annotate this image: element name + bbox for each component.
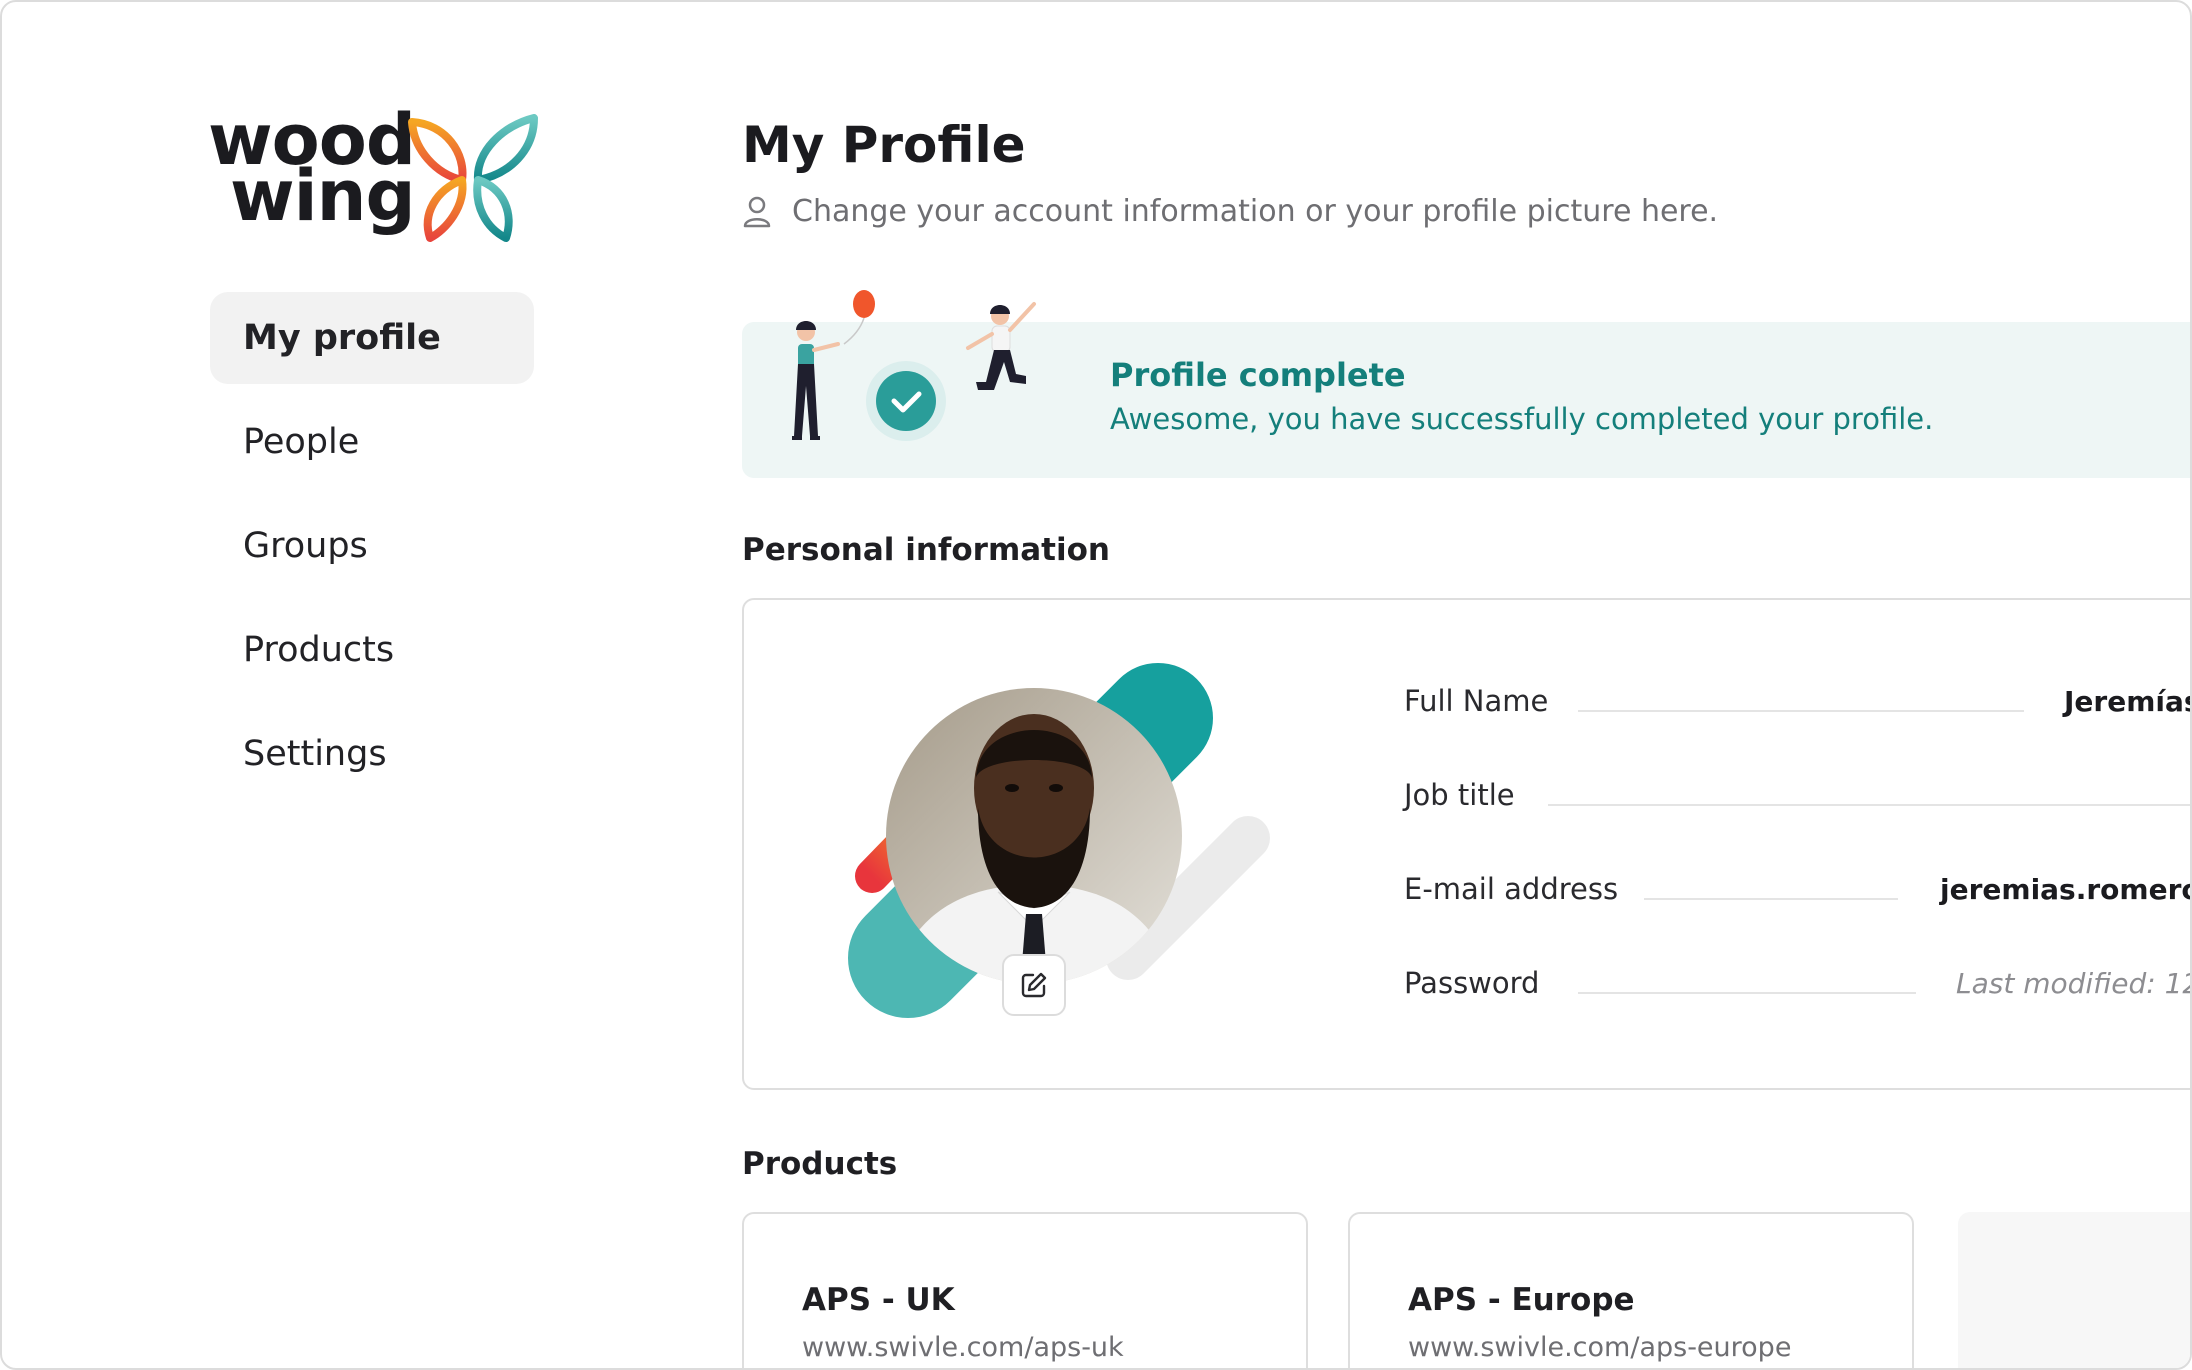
full-name-value[interactable]: Jeremías	[2064, 685, 2190, 718]
logo-line-2: wing	[230, 155, 416, 237]
product-card-placeholder	[1958, 1212, 2190, 1368]
full-name-label: Full Name	[1404, 684, 1549, 718]
balloon-icon	[853, 290, 875, 318]
product-card[interactable]: APS - UK www.swivle.com/aps-uk	[742, 1212, 1308, 1368]
celebration-illustration	[792, 290, 1036, 441]
woodwing-logo[interactable]: wood wing	[208, 105, 538, 248]
job-title-divider	[1548, 804, 2190, 806]
password-label: Password	[1404, 966, 1540, 1000]
edit-icon	[1021, 972, 1047, 998]
butterfly-logo-icon	[408, 114, 538, 242]
page-subtitle: Change your account information or your …	[742, 194, 1718, 229]
banner-title: Profile complete	[1110, 356, 1406, 394]
products-heading: Products	[742, 1146, 898, 1182]
product-url[interactable]: www.swivle.com/aps-europe	[1408, 1332, 1912, 1363]
job-title-label: Job title	[1404, 778, 1515, 812]
email-label: E-mail address	[1404, 872, 1619, 906]
sidebar-item-settings[interactable]: Settings	[210, 708, 534, 800]
sidebar-item-groups[interactable]: Groups	[210, 500, 534, 592]
sidebar-item-people[interactable]: People	[210, 396, 534, 488]
product-url[interactable]: www.swivle.com/aps-uk	[802, 1332, 1306, 1363]
sidebar-nav: My profile People Groups Products Settin…	[210, 292, 534, 812]
subtitle-text: Change your account information or your …	[792, 194, 1719, 229]
password-divider	[1578, 992, 1916, 994]
sidebar-item-my-profile[interactable]: My profile	[210, 292, 534, 384]
full-name-divider	[1578, 710, 2024, 712]
email-value[interactable]: jeremias.romero@a	[1940, 873, 2190, 906]
banner-text: Awesome, you have successfully completed…	[1110, 402, 1934, 436]
email-divider	[1644, 898, 1898, 900]
product-name: APS - Europe	[1408, 1282, 1635, 1318]
logo-wordmark: wood wing	[208, 105, 416, 237]
sidebar-item-products[interactable]: Products	[210, 604, 534, 696]
product-card[interactable]: APS - Europe www.swivle.com/aps-europe	[1348, 1212, 1914, 1368]
edit-avatar-button[interactable]	[1002, 954, 1066, 1016]
app-window: wood wing My profile People Groups Produ…	[0, 0, 2192, 1370]
user-icon	[743, 196, 771, 227]
personal-info-heading: Personal information	[742, 532, 1110, 568]
page-title: My Profile	[742, 116, 1026, 174]
password-last-modified: Last modified: 12/	[1956, 967, 2192, 1000]
product-name: APS - UK	[802, 1282, 955, 1318]
check-circle-icon	[876, 371, 936, 431]
